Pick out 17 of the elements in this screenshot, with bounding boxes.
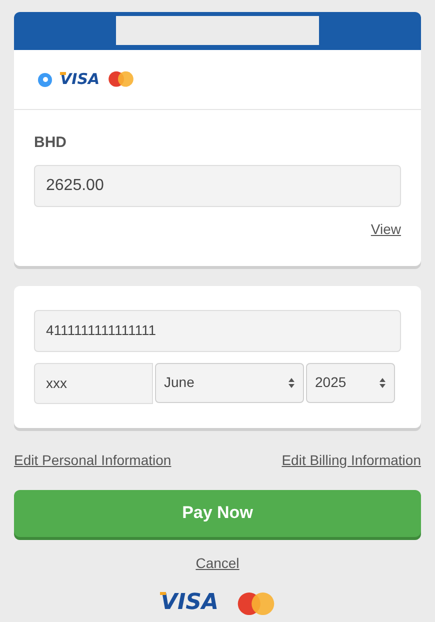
visa-logo: VISA <box>60 72 100 87</box>
mastercard-logo-icon <box>108 71 134 88</box>
mastercard-logo-icon <box>236 592 275 616</box>
visa-logo: VISA <box>160 592 219 614</box>
view-link[interactable]: View <box>370 218 401 240</box>
updown-arrows-icon <box>288 376 295 388</box>
currency-label: BHD <box>34 133 68 153</box>
year-select[interactable]: 2025 <box>306 362 395 402</box>
card-number-field[interactable]: 4111111111111111 <box>34 310 401 352</box>
edit-link[interactable]: Edit Personal Information <box>14 450 172 470</box>
month-select[interactable]: June <box>155 362 304 402</box>
cancel-link[interactable]: Cancel <box>196 552 240 574</box>
edit-link[interactable]: Edit Billing Information <box>282 450 421 470</box>
updown-arrows-icon <box>379 376 386 388</box>
amount-field[interactable]: 2625.00 <box>34 164 401 206</box>
cvv-field[interactable]: xxx <box>34 362 153 404</box>
radio-button[interactable] <box>38 72 52 86</box>
